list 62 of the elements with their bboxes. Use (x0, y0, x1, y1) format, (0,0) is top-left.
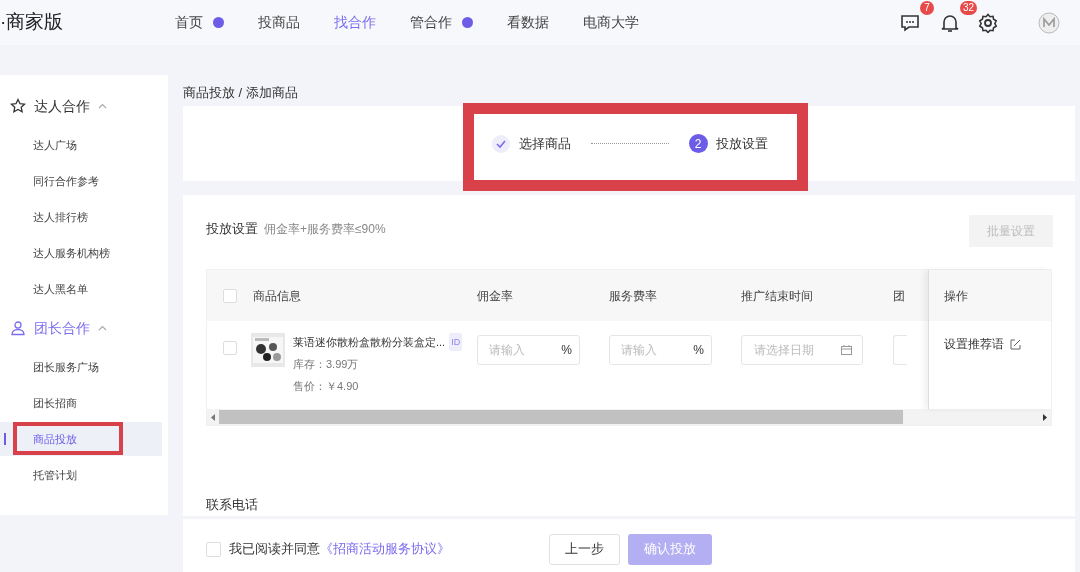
brand-logo: ·商家版 (0, 10, 65, 35)
scrollbar-thumb[interactable] (219, 410, 903, 424)
sidebar-item[interactable]: 达人广场 (0, 128, 162, 162)
nav-tab[interactable]: 首页 (175, 12, 203, 33)
product-name: 莱语迷你散粉盒散粉分装盒定... (293, 335, 446, 350)
column-header: 佣金率 (477, 288, 513, 303)
settings-icon[interactable] (978, 12, 998, 33)
unit-label: % (561, 342, 572, 358)
rate-hint: 佣金率+服务费率≤90% (264, 221, 386, 238)
sidebar-item[interactable]: 达人黑名单 (0, 272, 162, 306)
breadcrumb: 商品投放 / 添加商品 (183, 84, 299, 102)
group-title: 团长合作 (34, 318, 90, 338)
date-field[interactable]: 请选择日期 (741, 335, 863, 365)
nav-tab[interactable]: 找合作 (334, 12, 376, 33)
column-header: 团 (893, 288, 905, 303)
set-recommendation-link[interactable]: 设置推荐语 (944, 335, 1004, 353)
id-tag: ID (449, 333, 463, 351)
stock-text: 库存：3.99万 (293, 357, 360, 372)
step-number: 2 (688, 134, 708, 153)
group-title: 达人合作 (34, 96, 90, 116)
agreement-link[interactable]: 《招商活动服务协议》 (320, 541, 450, 557)
message-icon[interactable] (900, 12, 920, 33)
section-title: 联系电话 (206, 497, 258, 512)
horizontal-scrollbar[interactable] (207, 409, 1051, 425)
edit-icon[interactable] (1010, 338, 1021, 350)
section-title: 投放设置 (206, 220, 258, 238)
step-label: 选择商品 (518, 134, 571, 153)
nav-tab[interactable]: 投商品 (258, 12, 300, 33)
sidebar-item[interactable]: 同行合作参考 (0, 164, 162, 198)
scroll-left-icon[interactable] (211, 413, 215, 421)
nav-tab[interactable]: 电商大学 (583, 12, 639, 33)
sidebar-item[interactable]: 团长招商 (0, 386, 162, 420)
person-icon (10, 320, 26, 336)
agreement-text: 我已阅读并同意《招商活动服务协议》 (229, 540, 450, 559)
calendar-icon (841, 345, 852, 355)
active-indicator (4, 433, 6, 445)
bell-icon[interactable] (940, 12, 960, 33)
input-field[interactable] (893, 335, 907, 365)
select-all-checkbox[interactable] (223, 288, 237, 303)
column-header: 操作 (944, 287, 968, 305)
price-text: 售价：￥4.90 (293, 379, 360, 394)
sidebar-item[interactable]: 团长服务广场 (0, 350, 162, 384)
sidebar-group-header[interactable]: 达人合作 (0, 85, 168, 127)
nav-tab[interactable]: 管合作 (410, 12, 452, 33)
agree-checkbox[interactable] (206, 541, 221, 557)
count-badge: 32 (960, 0, 978, 15)
avatar-icon[interactable] (1038, 11, 1060, 34)
step-label: 投放设置 (715, 134, 768, 153)
sidebar-item[interactable]: 达人服务机构榜 (0, 236, 162, 270)
scroll-right-icon[interactable] (1043, 413, 1047, 421)
count-badge: 7 (920, 0, 934, 15)
nav-tab[interactable]: 看数据 (507, 12, 549, 33)
column-header: 商品信息 (253, 288, 301, 303)
previous-button[interactable]: 上一步 (549, 533, 620, 565)
sidebar-group-header[interactable]: 团长合作 (0, 307, 168, 349)
column-header: 推广结束时间 (741, 288, 813, 303)
row-checkbox[interactable] (223, 341, 237, 355)
sidebar-item[interactable]: 达人排行榜 (0, 200, 162, 234)
unit-label: % (693, 342, 704, 358)
column-header: 服务费率 (609, 288, 657, 303)
star-icon (10, 98, 26, 114)
sidebar-item[interactable]: 托管计划 (0, 458, 162, 492)
